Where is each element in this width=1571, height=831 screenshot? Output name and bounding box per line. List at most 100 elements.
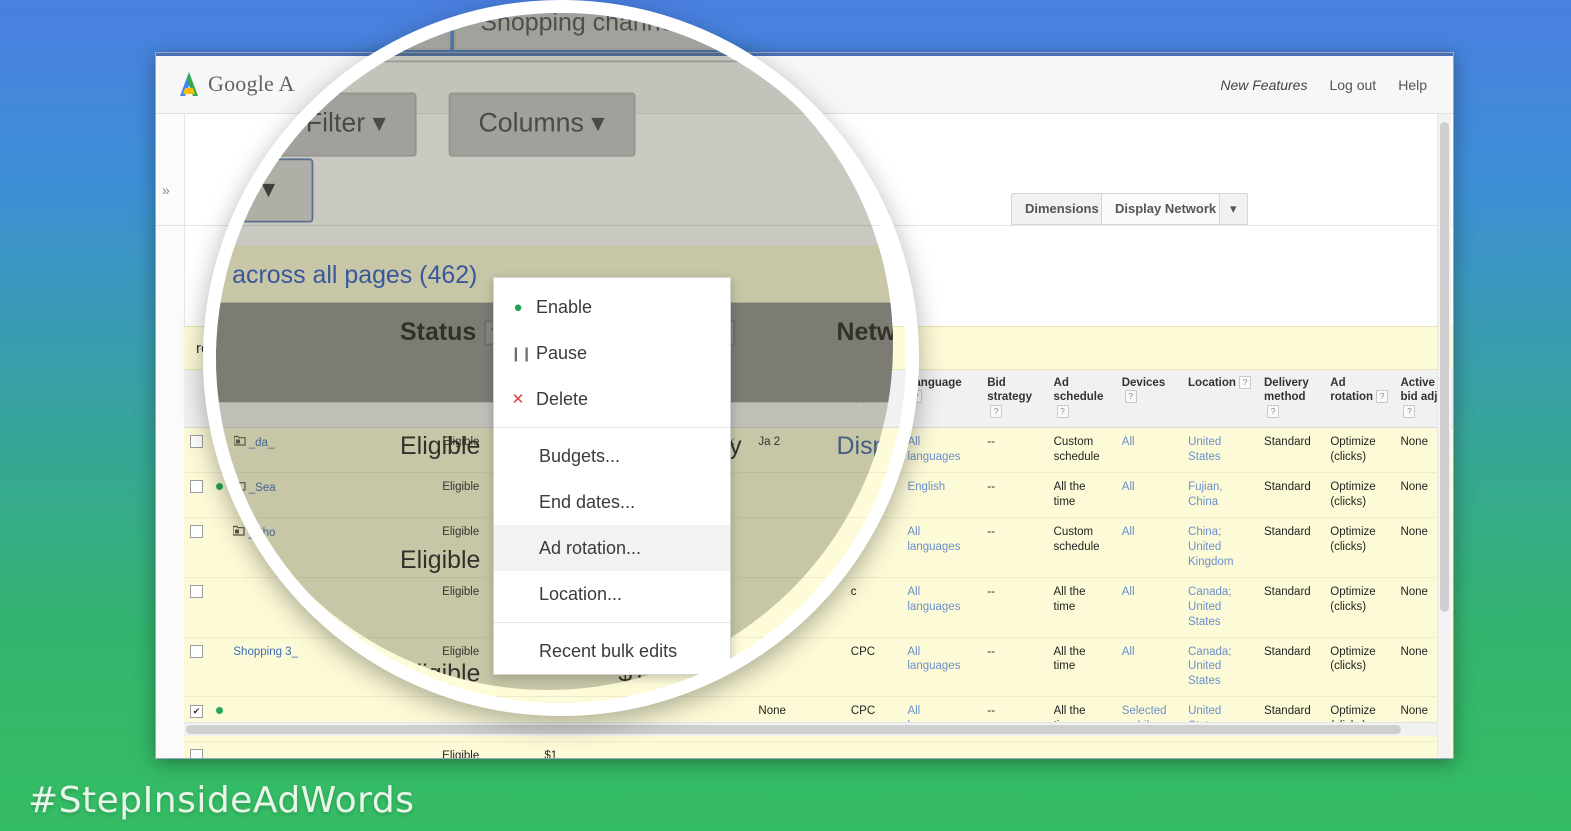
zoom-divider (216, 60, 893, 63)
row-checkbox-cell[interactable] (184, 638, 210, 697)
cell-bid-type (845, 742, 902, 758)
log-out-link[interactable]: Log out (1329, 77, 1376, 93)
row-checkbox-cell[interactable] (184, 742, 210, 758)
cell-ad-schedule: Custom schedule (1053, 436, 1100, 464)
cell-language[interactable]: All languages (901, 578, 981, 637)
th-devices[interactable]: Devices? (1116, 370, 1182, 427)
menu-item-location[interactable]: Location... (494, 571, 730, 617)
cell-location[interactable]: China; United Kingdom (1182, 518, 1258, 577)
row-checkbox[interactable] (190, 584, 203, 598)
cell-bid-strategy (981, 742, 1047, 758)
menu-item-enable[interactable]: ● Enable (494, 284, 730, 330)
menu-item-end-dates[interactable]: End dates... (494, 479, 730, 525)
help-link[interactable]: Help (1398, 77, 1427, 93)
cell-bid-strategy: -- (987, 525, 995, 538)
cell-location[interactable]: Fujian, China (1182, 473, 1258, 517)
cell-bid-strategy: -- (987, 585, 995, 598)
cell-delivery-method: Standard (1264, 645, 1311, 658)
cell-language[interactable]: All languages (901, 428, 981, 472)
zth-campaign[interactable]: ↑Campa (216, 303, 389, 403)
cell-budget[interactable]: $1 (538, 742, 645, 758)
help-icon[interactable]: ? (1124, 390, 1137, 404)
cell-language[interactable]: English (901, 473, 981, 517)
help-icon[interactable]: ? (990, 404, 1003, 418)
edit-dropdown-menu: ● Enable ❙❙ Pause ✕ Delete Budgets... End dates… (493, 277, 731, 675)
cell-networks[interactable] (645, 742, 752, 758)
cell-language[interactable] (901, 742, 981, 758)
cell-language[interactable]: All languages (901, 518, 981, 577)
status-enabled-dot-icon (215, 707, 223, 715)
th-ad-rotation[interactable]: Ad rotation? (1324, 370, 1394, 427)
help-icon[interactable]: ? (1267, 404, 1279, 418)
help-icon[interactable]: ? (1376, 390, 1389, 404)
menu-item-ad-rotation[interactable]: Ad rotation... (494, 525, 730, 571)
th-delivery-method[interactable]: Delivery method? (1258, 370, 1324, 427)
cell-location[interactable] (1182, 742, 1258, 758)
menu-item-delete[interactable]: ✕ Delete (494, 376, 730, 422)
cell-bid-strategy: -- (987, 436, 995, 449)
cell-devices[interactable] (1116, 742, 1182, 758)
table-row[interactable]: Eligible $1 (184, 742, 1453, 758)
row-checkbox[interactable] (190, 480, 203, 493)
zoom-cell-campaign[interactable]: _Sho (216, 648, 389, 690)
tab-display-network[interactable]: Display Network (1101, 193, 1231, 225)
row-checkbox-cell[interactable] (184, 473, 210, 517)
zoom-cell-networks[interactable]: Display Network (826, 420, 893, 471)
menu-item-label: Budgets... (539, 445, 621, 466)
menu-item-recent-bulk-edits[interactable]: Recent bulk edits (494, 628, 730, 674)
help-icon[interactable]: ? (1403, 404, 1416, 418)
cell-delivery-method: Standard (1264, 585, 1311, 598)
row-checkbox[interactable]: ✔ (190, 705, 203, 719)
cell-ad-rotation: Optimize (clicks) (1330, 436, 1376, 464)
zth-networks[interactable]: Networks? (826, 303, 893, 403)
tab-dimensions[interactable]: Dimensions (1011, 193, 1113, 225)
zbtn-columns[interactable]: Columns ▾ (448, 92, 635, 157)
ztab-shopping-channels[interactable]: Shopping channels (453, 13, 720, 50)
menu-item-pause[interactable]: ❙❙ Pause (494, 330, 730, 376)
zbtn-filter[interactable]: Filter ▾ (275, 92, 417, 157)
row-checkbox-cell[interactable] (184, 518, 210, 577)
hscroll-thumb[interactable] (186, 725, 1401, 734)
row-checkbox[interactable] (190, 524, 203, 538)
cell-location[interactable]: Canada; United States (1182, 578, 1258, 637)
th-bid-strategy[interactable]: Bid strategy? (981, 370, 1047, 427)
menu-item-label: Ad rotation... (539, 537, 642, 558)
zbtn-edit[interactable]: Edit ▾ (216, 158, 313, 223)
row-checkbox[interactable] (190, 435, 203, 449)
ztab-devices[interactable]: Devices (308, 13, 451, 50)
row-checkbox[interactable] (190, 644, 203, 658)
menu-item-label: Location... (539, 583, 623, 604)
cell-devices[interactable]: All (1116, 638, 1182, 697)
cell-location[interactable]: Canada; United States (1182, 638, 1258, 697)
ztab-ad-schedule[interactable]: Ad schedule (216, 13, 305, 50)
cell-ad-schedule: All the time (1053, 645, 1086, 673)
hashtag-watermark: #StepInsideAdWords (28, 780, 415, 821)
cell-location[interactable]: United States (1182, 428, 1258, 472)
horizontal-scrollbar[interactable] (184, 722, 1440, 736)
row-checkbox-cell[interactable] (184, 578, 210, 637)
cell-campaign[interactable] (227, 742, 436, 758)
th-ad-schedule[interactable]: Ad schedule? (1048, 370, 1116, 427)
help-icon[interactable]: ? (1056, 404, 1069, 418)
row-checkbox[interactable] (190, 749, 203, 758)
new-features-link[interactable]: New Features (1220, 77, 1307, 93)
cell-devices[interactable]: All (1116, 473, 1182, 517)
cell-devices[interactable]: All (1116, 518, 1182, 577)
row-checkbox-cell[interactable] (184, 428, 210, 472)
zoom-cell-campaign[interactable]: _da_ (216, 420, 389, 471)
tab-more-dropdown-icon[interactable]: ▾ (1219, 193, 1248, 225)
zoom-cell-networks[interactable]: All (826, 534, 893, 585)
row-status-dot-cell (210, 742, 228, 758)
th-location[interactable]: Location? (1182, 370, 1258, 427)
cell-ad-rotation: Optimize (clicks) (1330, 481, 1376, 508)
menu-item-budgets[interactable]: Budgets... (494, 433, 730, 479)
vscroll-thumb[interactable] (1440, 122, 1449, 612)
zoom-cell-networks[interactable]: Search (826, 648, 893, 690)
cell-devices[interactable]: All (1116, 428, 1182, 472)
zoom-select-all-link[interactable]: ct all rows across all pages (462) (216, 260, 477, 288)
cell-devices[interactable]: All (1116, 578, 1182, 637)
zoom-cell-campaign[interactable]: _Sea (216, 534, 389, 585)
help-icon[interactable]: ? (1238, 376, 1251, 389)
cell-language[interactable]: All languages (901, 638, 981, 697)
vertical-scrollbar[interactable] (1437, 114, 1451, 758)
